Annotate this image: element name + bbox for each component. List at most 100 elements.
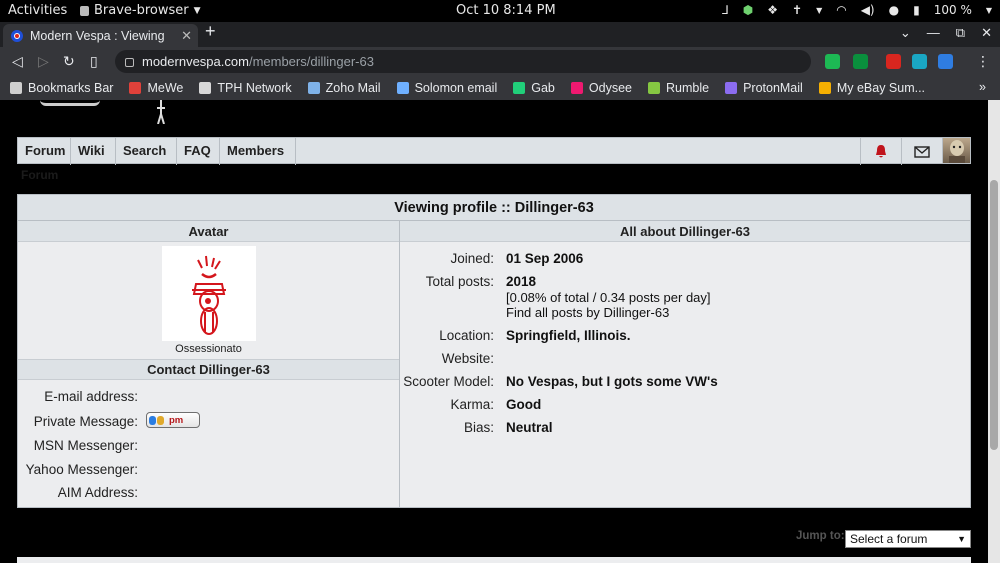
bias-value: Neutral <box>506 420 553 435</box>
posts-value: 2018 <box>506 274 537 289</box>
dropbox-icon: ❖ <box>767 3 778 17</box>
find-posts-link[interactable]: Find all posts by Dillinger-63 <box>506 305 669 320</box>
bias-label: Bias: <box>463 420 494 435</box>
zoho-icon <box>307 82 320 94</box>
avatar-heading: Avatar <box>18 221 399 242</box>
url-host: modernvespa.com <box>142 54 249 69</box>
activities-button[interactable]: Activities <box>8 3 67 18</box>
tab-strip: Modern Vespa : Viewing profile ✕ + ⌄ — ⧉… <box>0 21 1000 47</box>
rumble-icon <box>647 82 660 94</box>
nav-members[interactable]: Members <box>220 138 296 165</box>
scooter-label: Scooter Model: <box>403 374 494 389</box>
bookmark-label: My eBay Sum... <box>836 81 926 95</box>
contact-heading: Contact Dillinger-63 <box>18 359 399 380</box>
breadcrumb[interactable]: Forum <box>21 168 58 182</box>
nav-forum[interactable]: Forum <box>18 138 71 165</box>
bookmark-label: Bookmarks Bar <box>28 81 114 95</box>
close-window-icon[interactable]: ✕ <box>981 25 992 41</box>
browser-toolbar: ◁ ▷ ↻ ▯ modernvespa.com/members/dillinge… <box>0 47 1000 76</box>
extension-blue-icon[interactable] <box>938 54 953 69</box>
folder-icon <box>10 82 22 94</box>
bookmark-item[interactable]: Gab <box>513 81 555 95</box>
app-menu[interactable]: Brave-browser ▼ <box>80 3 201 18</box>
scooter-value: No Vespas, but I gots some VW's <box>506 374 718 389</box>
maximize-icon[interactable]: ⧉ <box>956 25 965 41</box>
jump-to-label: Jump to: <box>796 530 845 542</box>
volume-icon: ◀) <box>860 3 875 17</box>
send-pm-button[interactable]: pm <box>146 412 200 428</box>
more-bookmarks-icon[interactable]: » <box>979 80 986 94</box>
forward-icon[interactable]: ▷ <box>38 53 49 70</box>
solomon-icon <box>396 82 409 94</box>
bookmark-item[interactable]: ProtonMail <box>725 81 803 95</box>
site-logo-fragment <box>40 100 100 106</box>
battery-icon: ▮ <box>913 3 920 17</box>
yahoo-label: Yahoo Messenger: <box>25 462 138 477</box>
bookmark-label: ProtonMail <box>743 81 803 95</box>
logo-rider-icon <box>157 100 165 124</box>
bookmark-label: TPH Network <box>217 81 292 95</box>
tab-search-icon[interactable]: ⌄ <box>900 25 911 41</box>
bookmarks-bar: Bookmarks Bar MeWe TPH Network Zoho Mail Sol… <box>0 76 1000 100</box>
app-menu-label: Brave-browser <box>94 3 189 18</box>
posts-stats: [0.08% of total / 0.34 posts per day] <box>506 290 711 305</box>
about-heading: All about Dillinger-63 <box>400 221 970 242</box>
select-arrow-icon: ▼ <box>957 534 966 544</box>
user-avatar[interactable] <box>942 138 970 163</box>
mewe-icon <box>129 82 142 94</box>
bookmark-label: Gab <box>531 81 555 95</box>
bookmark-item[interactable]: Rumble <box>647 81 709 95</box>
window-controls: ⌄ — ⧉ ✕ <box>900 25 992 41</box>
pm-person-icon <box>157 415 164 425</box>
profile-avatar <box>162 246 256 341</box>
url-path: /members/dillinger-63 <box>248 54 374 69</box>
bookmark-item[interactable]: Bookmarks Bar <box>10 81 113 95</box>
notifications-bell-icon[interactable] <box>860 138 901 165</box>
pm-label: Private Message: <box>33 414 138 429</box>
bookmark-item[interactable]: Zoho Mail <box>307 81 381 95</box>
nav-wiki[interactable]: Wiki <box>71 138 116 165</box>
bookmark-item[interactable]: Odysee <box>570 81 632 95</box>
page-scrollbar[interactable] <box>988 100 1000 563</box>
bookmark-item[interactable]: My eBay Sum... <box>818 81 926 95</box>
mic-icon: ● <box>888 3 900 17</box>
nav-search[interactable]: Search <box>116 138 177 165</box>
vespa-favicon-icon <box>11 29 23 42</box>
jump-to-select[interactable]: Select a forum ▼ <box>845 530 971 548</box>
bookmark-icon[interactable]: ▯ <box>90 53 98 70</box>
extension-cyan-icon[interactable] <box>912 54 927 69</box>
scrollbar-thumb[interactable] <box>990 180 998 450</box>
clock[interactable]: Oct 10 8:14 PM <box>456 3 556 18</box>
pm-person-icon <box>149 415 156 425</box>
extension-shield-icon[interactable] <box>853 54 868 69</box>
browser-tab[interactable]: Modern Vespa : Viewing profile ✕ <box>3 24 198 47</box>
nav-faq[interactable]: FAQ <box>177 138 220 165</box>
shield-tray-icon: ⬢ <box>742 3 754 17</box>
reload-icon[interactable]: ↻ <box>63 53 75 70</box>
caret-down-icon: ▼ <box>193 5 201 16</box>
back-icon[interactable]: ◁ <box>12 53 23 70</box>
karma-label: Karma: <box>450 397 494 412</box>
accessibility-icon: ✝ <box>792 3 803 17</box>
messages-envelope-icon[interactable] <box>901 138 942 165</box>
os-top-bar: Activities Brave-browser ▼ Oct 10 8:14 P… <box>0 0 1000 22</box>
joined-label: Joined: <box>450 251 494 266</box>
brave-icon <box>80 5 89 16</box>
odysee-icon <box>570 82 583 94</box>
new-tab-icon[interactable]: + <box>205 21 216 42</box>
nav-user-tools <box>860 138 970 165</box>
bookmark-item[interactable]: Solomon email <box>396 81 497 95</box>
extension-red-icon[interactable] <box>886 54 901 69</box>
forum-navbar: Forum Wiki Search FAQ Members <box>17 137 971 165</box>
ebay-icon <box>818 82 831 94</box>
browser-menu-icon[interactable]: ⋮ <box>976 53 990 70</box>
msn-label: MSN Messenger: <box>33 438 138 453</box>
system-tray[interactable]: ⅃ ⬢ ❖ ✝ ▼ ◠ ◀) ● ▮ 100 % ▼ <box>722 3 992 17</box>
extension-green-icon[interactable] <box>825 54 840 69</box>
minimize-icon[interactable]: — <box>927 25 940 41</box>
close-tab-icon[interactable]: ✕ <box>175 28 198 44</box>
pm-button-label: pm <box>169 414 184 426</box>
address-bar[interactable]: modernvespa.com/members/dillinger-63 <box>115 50 811 73</box>
bookmark-item[interactable]: MeWe <box>129 81 183 95</box>
bookmark-item[interactable]: TPH Network <box>199 81 292 95</box>
